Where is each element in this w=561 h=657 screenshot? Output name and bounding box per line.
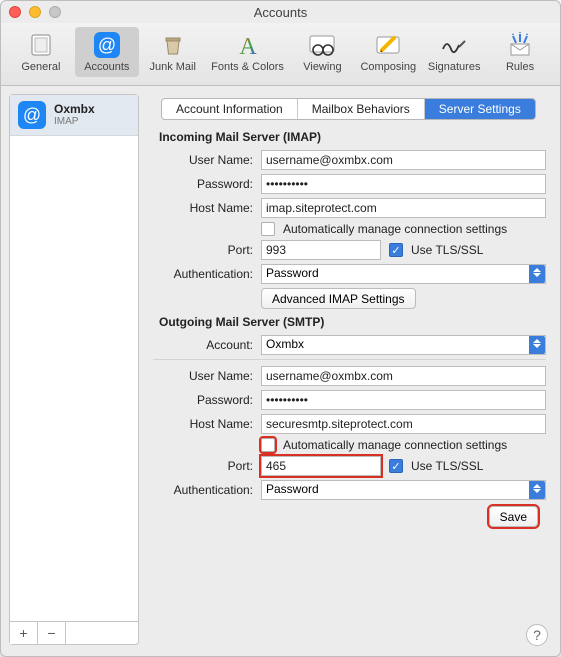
preferences-window: Accounts General @ Accounts Junk Mail A … bbox=[0, 0, 561, 657]
toolbar: General @ Accounts Junk Mail A Fonts & C… bbox=[1, 23, 560, 86]
server-settings-form: Incoming Mail Server (IMAP) User Name: P… bbox=[147, 130, 552, 527]
at-icon: @ bbox=[18, 101, 46, 129]
toolbar-label: General bbox=[21, 61, 60, 73]
incoming-tls-checkbox[interactable]: ✓ bbox=[389, 243, 403, 257]
account-text: Oxmbx IMAP bbox=[54, 103, 95, 127]
toolbar-general[interactable]: General bbox=[9, 27, 73, 77]
sidebar-spacer bbox=[10, 136, 138, 621]
incoming-auth-select[interactable]: Password bbox=[261, 264, 546, 284]
at-icon: @ bbox=[90, 31, 124, 59]
outgoing-auto-label: Automatically manage connection settings bbox=[283, 438, 507, 452]
toolbar-label: Viewing bbox=[303, 61, 341, 73]
tab-server-settings[interactable]: Server Settings bbox=[425, 99, 535, 119]
glasses-icon bbox=[305, 31, 339, 59]
incoming-heading: Incoming Mail Server (IMAP) bbox=[159, 130, 546, 144]
account-type: IMAP bbox=[54, 116, 95, 127]
outgoing-tls-checkbox[interactable]: ✓ bbox=[389, 459, 403, 473]
general-icon bbox=[24, 31, 58, 59]
toolbar-rules[interactable]: Rules bbox=[488, 27, 552, 77]
toolbar-label: Rules bbox=[506, 61, 534, 73]
outgoing-account-value: Oxmbx bbox=[266, 337, 304, 351]
toolbar-label: Accounts bbox=[84, 61, 129, 73]
incoming-auth-label: Authentication: bbox=[153, 267, 261, 281]
toolbar-label: Fonts & Colors bbox=[211, 61, 284, 73]
incoming-auto-label: Automatically manage connection settings bbox=[283, 222, 507, 236]
outgoing-username-label: User Name: bbox=[153, 369, 261, 383]
add-account-button[interactable]: + bbox=[10, 622, 38, 644]
tab-mailbox-behaviors[interactable]: Mailbox Behaviors bbox=[298, 99, 425, 119]
toolbar-accounts[interactable]: @ Accounts bbox=[75, 27, 139, 77]
help-button[interactable]: ? bbox=[526, 624, 548, 646]
toolbar-fonts[interactable]: A Fonts & Colors bbox=[207, 27, 289, 77]
outgoing-auth-label: Authentication: bbox=[153, 483, 261, 497]
toolbar-junk[interactable]: Junk Mail bbox=[141, 27, 205, 77]
tabbar: Account Information Mailbox Behaviors Se… bbox=[161, 98, 536, 120]
incoming-port-label: Port: bbox=[153, 243, 261, 257]
outgoing-account-label: Account: bbox=[153, 338, 261, 352]
incoming-tls-label: Use TLS/SSL bbox=[411, 243, 483, 257]
outgoing-password-input[interactable] bbox=[261, 390, 546, 410]
window-title: Accounts bbox=[1, 5, 560, 20]
outgoing-heading: Outgoing Mail Server (SMTP) bbox=[159, 315, 546, 329]
outgoing-port-input[interactable] bbox=[261, 456, 381, 476]
outgoing-auth-value: Password bbox=[266, 482, 319, 496]
content: @ Oxmbx IMAP + − Account Information Mai… bbox=[1, 86, 560, 653]
advanced-imap-button[interactable]: Advanced IMAP Settings bbox=[261, 288, 416, 309]
incoming-port-input[interactable] bbox=[261, 240, 381, 260]
toolbar-label: Junk Mail bbox=[149, 61, 195, 73]
account-name: Oxmbx bbox=[54, 103, 95, 116]
toolbar-composing[interactable]: Composing bbox=[356, 27, 420, 77]
outgoing-password-label: Password: bbox=[153, 393, 261, 407]
outgoing-username-input[interactable] bbox=[261, 366, 546, 386]
incoming-auth-value: Password bbox=[266, 266, 319, 280]
separator bbox=[153, 359, 546, 360]
remove-account-button[interactable]: − bbox=[38, 622, 66, 644]
toolbar-label: Signatures bbox=[428, 61, 481, 73]
tab-account-info[interactable]: Account Information bbox=[162, 99, 298, 119]
pencil-icon bbox=[371, 31, 405, 59]
incoming-username-label: User Name: bbox=[153, 153, 261, 167]
incoming-password-input[interactable] bbox=[261, 174, 546, 194]
signature-icon bbox=[437, 31, 471, 59]
incoming-username-input[interactable] bbox=[261, 150, 546, 170]
save-button[interactable]: Save bbox=[489, 506, 538, 527]
outgoing-port-label: Port: bbox=[153, 459, 261, 473]
incoming-hostname-label: Host Name: bbox=[153, 201, 261, 215]
account-item[interactable]: @ Oxmbx IMAP bbox=[10, 95, 138, 136]
outgoing-hostname-input[interactable] bbox=[261, 414, 546, 434]
toolbar-signatures[interactable]: Signatures bbox=[422, 27, 486, 77]
toolbar-viewing[interactable]: Viewing bbox=[290, 27, 354, 77]
outgoing-hostname-label: Host Name: bbox=[153, 417, 261, 431]
outgoing-tls-label: Use TLS/SSL bbox=[411, 459, 483, 473]
incoming-auto-checkbox[interactable] bbox=[261, 222, 275, 236]
main-panel: Account Information Mailbox Behaviors Se… bbox=[147, 94, 552, 645]
sidebar-footer: + − bbox=[10, 621, 138, 644]
outgoing-auth-select[interactable]: Password bbox=[261, 480, 546, 500]
incoming-hostname-input[interactable] bbox=[261, 198, 546, 218]
accounts-sidebar: @ Oxmbx IMAP + − bbox=[9, 94, 139, 645]
outgoing-account-select[interactable]: Oxmbx bbox=[261, 335, 546, 355]
incoming-password-label: Password: bbox=[153, 177, 261, 191]
titlebar: Accounts bbox=[1, 1, 560, 23]
fonts-icon: A bbox=[231, 31, 265, 59]
trash-icon bbox=[156, 31, 190, 59]
svg-text:A: A bbox=[239, 34, 257, 58]
rules-icon bbox=[503, 31, 537, 59]
outgoing-auto-checkbox[interactable] bbox=[261, 438, 275, 452]
svg-text:@: @ bbox=[98, 35, 116, 55]
toolbar-label: Composing bbox=[360, 61, 416, 73]
